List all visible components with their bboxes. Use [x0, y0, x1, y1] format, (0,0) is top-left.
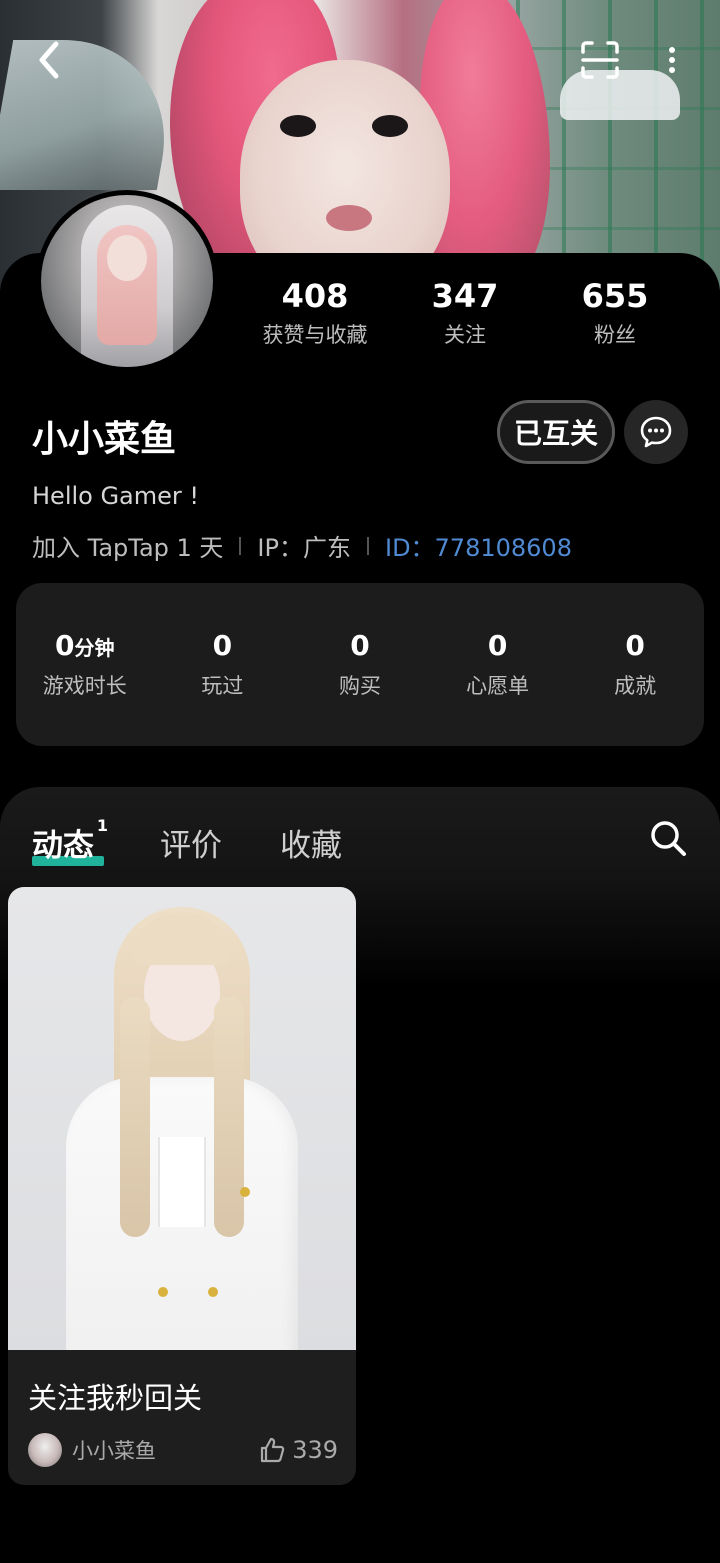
achievements-label: 成就: [614, 674, 657, 698]
stat-followers-label: 粉丝: [594, 323, 636, 347]
post-footer: 小小菜鱼 339: [28, 1433, 338, 1467]
purchased-label: 购买: [338, 674, 381, 698]
search-icon: [651, 821, 686, 856]
purchased-value: 0: [350, 629, 370, 662]
stat-likes-value: 408: [281, 277, 349, 315]
wishlist-value: 0: [487, 629, 508, 662]
stat-following-label: 关注: [444, 323, 486, 347]
playtime-value: 0: [55, 629, 75, 662]
bio: Hello Gamer !: [32, 482, 200, 510]
post-author-avatar[interactable]: [28, 1433, 62, 1467]
message-icon: [640, 416, 672, 448]
game-stat-purchased[interactable]: 0 购买: [291, 629, 429, 700]
stat-followers[interactable]: 655 粉丝: [540, 277, 690, 349]
back-icon[interactable]: [28, 38, 72, 82]
game-stat-achievements[interactable]: 0 成就: [566, 629, 704, 700]
profile-meta: 加入 TapTap 1 天 IP：广东 ID：778108608: [32, 528, 572, 563]
like-count: 339: [292, 1436, 338, 1464]
divider: [239, 536, 242, 555]
achievements-value: 0: [625, 629, 645, 662]
playtime-label: 游戏时长: [42, 674, 127, 698]
divider: [366, 536, 369, 555]
game-stat-wishlist[interactable]: 0 心愿单: [429, 629, 567, 700]
tab-reviews[interactable]: 评价: [160, 820, 222, 865]
profile-page: 408 获赞与收藏 347 关注 655 粉丝 小小菜鱼 已互关 Hello G…: [0, 0, 720, 1563]
stat-following[interactable]: 347 关注: [390, 277, 540, 349]
playtime-unit: 分钟: [74, 636, 115, 660]
stat-likes[interactable]: 408 获赞与收藏: [240, 277, 390, 349]
search-button[interactable]: [646, 816, 692, 862]
stat-likes-label: 获赞与收藏: [262, 323, 368, 347]
stat-followers-value: 655: [581, 277, 649, 315]
game-stats-panel: 0分钟 游戏时长 0 玩过 0 购买 0 心愿单 0 成就: [16, 583, 704, 746]
profile-stats: 408 获赞与收藏 347 关注 655 粉丝: [240, 277, 690, 349]
post-title: 关注我秒回关: [28, 1381, 203, 1415]
post-card[interactable]: 关注我秒回关 小小菜鱼 339: [8, 887, 356, 1485]
message-button[interactable]: [624, 400, 688, 464]
username: 小小菜鱼: [32, 419, 177, 460]
game-stat-played[interactable]: 0 玩过: [154, 629, 292, 700]
ip-location: IP：广东: [257, 534, 351, 562]
tab-favorites[interactable]: 收藏: [280, 820, 342, 865]
post-image: [8, 887, 356, 1350]
played-value: 0: [212, 629, 233, 662]
played-label: 玩过: [201, 674, 244, 698]
game-stat-playtime[interactable]: 0分钟 游戏时长: [16, 629, 154, 700]
mutual-follow-button[interactable]: 已互关: [497, 400, 615, 464]
user-id[interactable]: ID：778108608: [385, 528, 572, 563]
tab-feed[interactable]: 动态 1: [32, 816, 108, 865]
more-vertical-icon[interactable]: [660, 40, 684, 80]
joined-text: 加入 TapTap 1 天: [32, 534, 224, 562]
post-author[interactable]: 小小菜鱼: [72, 1435, 258, 1465]
stat-following-value: 347: [431, 277, 499, 315]
like-button[interactable]: 339: [258, 1436, 338, 1464]
wishlist-label: 心愿单: [466, 674, 530, 698]
tab-feed-label: 动态: [32, 828, 94, 864]
avatar[interactable]: [36, 190, 218, 372]
thumbs-up-icon: [261, 1437, 285, 1463]
tab-feed-badge: 1: [96, 816, 108, 835]
scan-icon[interactable]: [578, 40, 622, 80]
